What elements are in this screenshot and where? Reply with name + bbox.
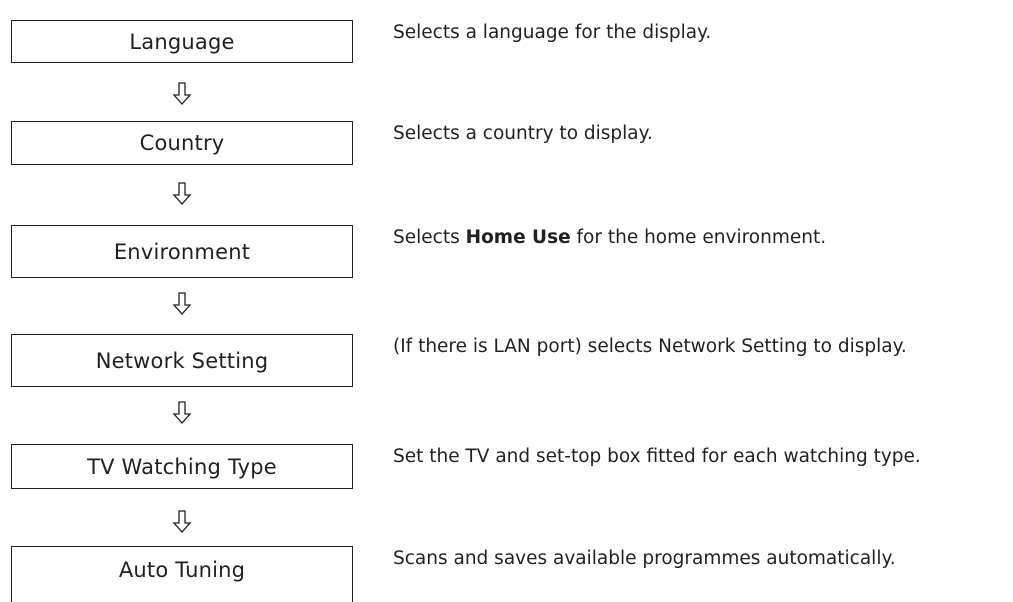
- step-label: TV Watching Type: [87, 454, 277, 479]
- step-label: Auto Tuning: [118, 558, 246, 582]
- step-description-language: Selects a language for the display.: [393, 22, 712, 43]
- step-description-network-setting: (If there is LAN port) selects Network S…: [393, 336, 907, 357]
- step-label: Language: [129, 29, 235, 54]
- step-box-network-setting: Network Setting: [11, 334, 353, 387]
- step-description-environment: Selects Home Use for the home environmen…: [393, 226, 826, 250]
- hollow-down-arrow-icon: [172, 82, 192, 106]
- hollow-down-arrow-icon: [172, 292, 192, 316]
- step-label: Network Setting: [95, 348, 269, 373]
- step-box-auto-tuning: Auto Tuning: [11, 546, 353, 602]
- step-box-tv-watching-type: TV Watching Type: [11, 444, 353, 489]
- step-description-tv-watching-type: Set the TV and set-top box fitted for ea…: [393, 446, 921, 467]
- description-text: Selects: [393, 227, 466, 248]
- step-description-country: Selects a country to display.: [393, 123, 653, 144]
- step-label: Environment: [113, 239, 251, 264]
- step-label: Country: [139, 131, 225, 155]
- step-description-auto-tuning: Scans and saves available programmes aut…: [393, 548, 896, 569]
- step-box-country: Country: [11, 121, 353, 165]
- description-bold-text: Home Use: [465, 227, 571, 248]
- hollow-down-arrow-icon: [172, 182, 192, 206]
- step-box-environment: Environment: [11, 225, 353, 278]
- hollow-down-arrow-icon: [172, 510, 192, 534]
- setup-flowchart: Language Selects a language for the disp…: [0, 0, 1013, 602]
- step-box-language: Language: [11, 20, 353, 63]
- hollow-down-arrow-icon: [172, 401, 192, 425]
- description-text: for the home environment.: [570, 227, 827, 248]
